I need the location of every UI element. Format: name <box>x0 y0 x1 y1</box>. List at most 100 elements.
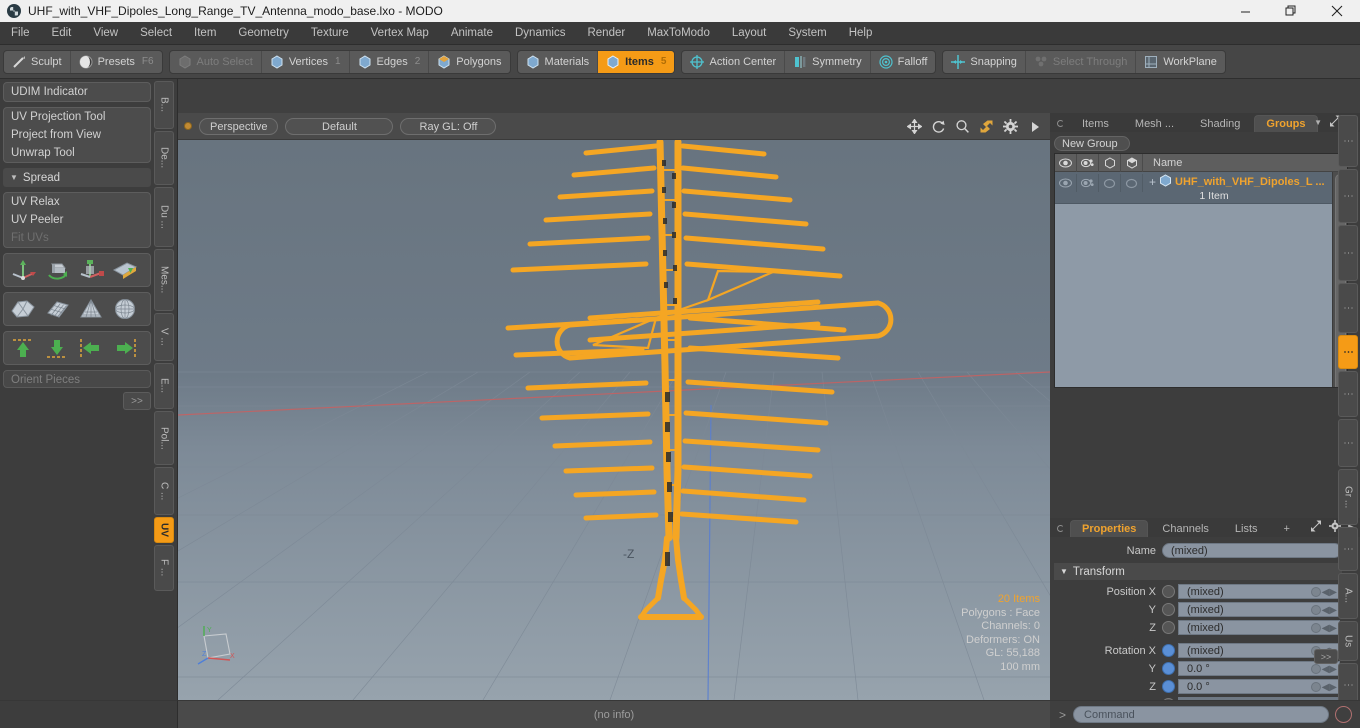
vtab-v[interactable]: V ... <box>154 313 174 361</box>
table-row[interactable]: + UHF_with_VHF_Dipoles_L ... 1 Item <box>1055 172 1347 204</box>
menu-render[interactable]: Render <box>576 22 636 45</box>
uv-unwrap-icon[interactable] <box>6 295 40 323</box>
rtab-a[interactable]: A... <box>1338 573 1358 619</box>
menu-help[interactable]: Help <box>838 22 884 45</box>
uv-sphere-icon[interactable] <box>108 295 142 323</box>
workplane-button[interactable]: WorkPlane <box>1136 51 1225 73</box>
action-center-button[interactable]: Action Center <box>682 51 785 73</box>
symmetry-button[interactable]: Symmetry <box>785 51 871 73</box>
uv-peeler-button[interactable]: UV Peeler <box>4 211 150 229</box>
chevron-down-icon[interactable]: ▼ <box>1314 118 1322 127</box>
tab-channels[interactable]: Channels <box>1150 520 1220 537</box>
viewport-shading-mode[interactable]: Default <box>285 118 393 135</box>
tab-groups[interactable]: Groups <box>1254 115 1317 132</box>
panel-menu-icon[interactable] <box>1057 120 1064 127</box>
vtab-du[interactable]: Du ... <box>154 187 174 247</box>
udim-indicator-button[interactable]: UDIM Indicator <box>4 83 150 101</box>
row-render-toggle[interactable] <box>1077 174 1099 192</box>
rotation-x-radio[interactable] <box>1162 644 1175 657</box>
tab-properties[interactable]: Properties <box>1070 520 1148 537</box>
uv-cone-icon[interactable] <box>74 295 108 323</box>
align-left-icon[interactable] <box>74 334 108 362</box>
select-through-button[interactable]: Select Through <box>1026 51 1136 73</box>
uv-grid-icon[interactable] <box>40 295 74 323</box>
edges-button[interactable]: Edges 2 <box>350 51 430 73</box>
command-input[interactable]: Command <box>1073 706 1329 723</box>
rotation-z-input[interactable]: 0.0 °◀▶ <box>1178 679 1340 694</box>
snapping-button[interactable]: Snapping <box>943 51 1026 73</box>
spread-section-header[interactable]: ▼Spread <box>3 168 151 187</box>
properties-menu-icon[interactable] <box>1057 525 1064 532</box>
tab-lists[interactable]: Lists <box>1223 520 1270 537</box>
uv-relax-button[interactable]: UV Relax <box>4 193 150 211</box>
menu-vertex-map[interactable]: Vertex Map <box>360 22 440 45</box>
viewport-menu-dot[interactable] <box>184 122 192 130</box>
menu-animate[interactable]: Animate <box>440 22 504 45</box>
rtab-groups[interactable]: Gr ... <box>1338 469 1358 525</box>
menu-dynamics[interactable]: Dynamics <box>504 22 576 45</box>
position-z-input[interactable]: (mixed)◀▶ <box>1178 620 1340 635</box>
position-x-radio[interactable] <box>1162 585 1175 598</box>
rtab-6[interactable]: ⋮ <box>1338 371 1358 417</box>
rotation-y-radio[interactable] <box>1162 662 1175 675</box>
maximize-button[interactable] <box>1268 0 1314 22</box>
properties-expand-button[interactable]: >> <box>1314 649 1338 664</box>
knob-icon[interactable] <box>1311 682 1321 692</box>
antenna-model-wireframe[interactable]: -Z <box>178 140 1050 700</box>
play-icon[interactable] <box>1027 119 1042 134</box>
vtab-c[interactable]: C ... <box>154 467 174 515</box>
menu-texture[interactable]: Texture <box>300 22 360 45</box>
knob-icon[interactable] <box>1311 664 1321 674</box>
rtab-7[interactable]: ⋮ <box>1338 419 1358 467</box>
zoom-icon[interactable] <box>955 119 970 134</box>
left-panel-more-button[interactable]: >> <box>123 392 151 410</box>
vtab-mesh[interactable]: Mes... <box>154 249 174 311</box>
uv-move-icon[interactable] <box>6 256 40 284</box>
align-right-icon[interactable] <box>108 334 142 362</box>
menu-select[interactable]: Select <box>129 22 183 45</box>
minimize-button[interactable] <box>1222 0 1268 22</box>
unwrap-tool-button[interactable]: Unwrap Tool <box>4 144 150 162</box>
position-y-input[interactable]: (mixed)◀▶ <box>1178 602 1340 617</box>
new-group-button[interactable]: New Group <box>1054 136 1130 151</box>
menu-view[interactable]: View <box>82 22 129 45</box>
presets-button[interactable]: Presets F6 <box>71 51 162 73</box>
expand-panel-icon[interactable] <box>1310 520 1322 535</box>
tab-items[interactable]: Items <box>1070 115 1121 132</box>
orient-pieces-field[interactable]: Orient Pieces <box>3 370 151 388</box>
materials-button[interactable]: Materials <box>518 51 599 73</box>
align-up-icon[interactable] <box>6 334 40 362</box>
rtab-3[interactable]: ⋮ <box>1338 225 1358 281</box>
row-visibility-toggle[interactable] <box>1055 174 1077 192</box>
vtab-uv[interactable]: UV <box>154 517 174 543</box>
items-button[interactable]: Items 5 <box>598 51 674 73</box>
polygons-button[interactable]: Polygons <box>429 51 509 73</box>
row-shade-toggle[interactable] <box>1121 174 1143 192</box>
vtab-b[interactable]: B... <box>154 81 174 129</box>
rtab-active[interactable]: ⋮ <box>1338 335 1358 369</box>
spinner-icon[interactable]: ◀▶ <box>1322 681 1337 695</box>
gear-icon[interactable] <box>1003 119 1018 134</box>
name-field[interactable]: (mixed) <box>1162 543 1342 558</box>
knob-icon[interactable] <box>1311 605 1321 615</box>
close-button[interactable] <box>1314 0 1360 22</box>
rtab-9[interactable]: ⋮ <box>1338 527 1358 571</box>
knob-icon[interactable] <box>1311 623 1321 633</box>
row-wire-toggle[interactable] <box>1099 174 1121 192</box>
3d-viewport[interactable]: -Z 20 Items Polygons : Face Channels: 0 … <box>178 113 1050 700</box>
vtab-de[interactable]: De... <box>154 131 174 185</box>
tab-shading[interactable]: Shading <box>1188 115 1252 132</box>
tab-add[interactable]: + <box>1272 520 1302 537</box>
move-icon[interactable] <box>907 119 922 134</box>
tab-mesh[interactable]: Mesh ... <box>1123 115 1186 132</box>
vertices-button[interactable]: Vertices 1 <box>262 51 350 73</box>
uv-rotate-icon[interactable] <box>40 256 74 284</box>
spinner-icon[interactable]: ◀▶ <box>1322 586 1337 600</box>
sculpt-button[interactable]: Sculpt <box>4 51 71 73</box>
spinner-icon[interactable]: ◀▶ <box>1322 604 1337 618</box>
position-y-radio[interactable] <box>1162 603 1175 616</box>
uv-projection-tool-button[interactable]: UV Projection Tool <box>4 108 150 126</box>
rotation-z-radio[interactable] <box>1162 680 1175 693</box>
menu-layout[interactable]: Layout <box>721 22 778 45</box>
vtab-e[interactable]: E... <box>154 363 174 409</box>
